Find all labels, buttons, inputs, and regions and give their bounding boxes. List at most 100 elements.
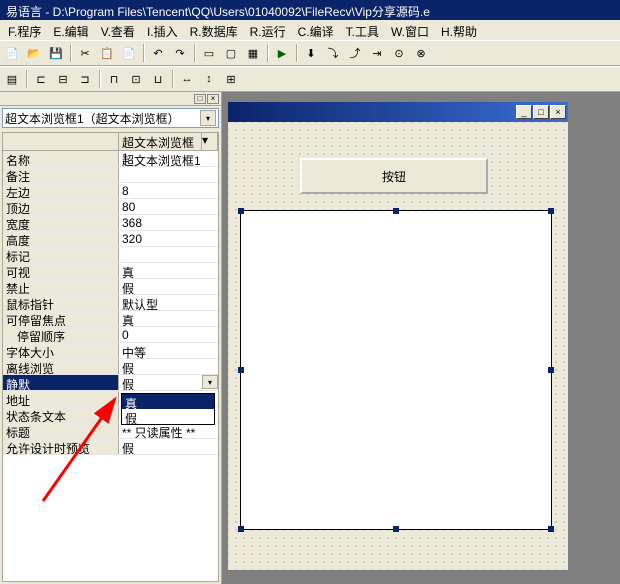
redo-icon[interactable]: ↷ <box>170 43 190 63</box>
resize-handle[interactable] <box>548 367 554 373</box>
property-value[interactable]: 假 <box>119 279 218 294</box>
save-icon[interactable]: 💾 <box>46 43 66 63</box>
new-icon[interactable]: 📄 <box>2 43 22 63</box>
object-selector[interactable]: 超文本浏览框1（超文本浏览框） ▾ <box>2 108 219 128</box>
window-icon[interactable]: ▭ <box>199 43 219 63</box>
property-value[interactable]: 超文本浏览框1 <box>119 151 218 166</box>
step-icon[interactable]: ⬇ <box>301 43 321 63</box>
resize-handle[interactable] <box>238 367 244 373</box>
property-value[interactable] <box>119 167 218 182</box>
menu-run[interactable]: R.运行 <box>246 22 290 38</box>
step-into-icon[interactable]: ⤵ <box>323 43 343 63</box>
align-center-icon[interactable]: ⊟ <box>53 69 73 89</box>
resize-handle[interactable] <box>238 526 244 532</box>
menu-insert[interactable]: I.插入 <box>143 22 182 38</box>
chevron-down-icon[interactable]: ▾ <box>200 110 216 126</box>
property-row[interactable]: 离线浏览假 <box>3 359 218 375</box>
menu-program[interactable]: F.程序 <box>4 22 45 38</box>
chevron-down-icon[interactable]: ▾ <box>202 133 218 150</box>
close-icon[interactable]: × <box>207 94 219 104</box>
breakpoint-icon[interactable]: ⊙ <box>389 43 409 63</box>
copy-icon[interactable]: 📋 <box>97 43 117 63</box>
property-value[interactable]: 真 <box>119 311 218 326</box>
property-name: 备注 <box>3 167 119 182</box>
menu-view[interactable]: V.查看 <box>97 22 139 38</box>
cut-icon[interactable]: ✂ <box>75 43 95 63</box>
property-row[interactable]: 标题** 只读属性 ** <box>3 423 218 439</box>
dropdown-option-true[interactable]: 真 <box>122 394 214 409</box>
property-row[interactable]: 禁止假 <box>3 279 218 295</box>
form-designer[interactable]: _ □ × 按钮 <box>228 102 568 570</box>
property-value[interactable]: 368 <box>119 215 218 230</box>
property-value[interactable]: 假▾ <box>119 375 218 390</box>
align-icon[interactable]: ▤ <box>2 69 22 89</box>
step-out-icon[interactable]: ⇥ <box>367 43 387 63</box>
resize-handle[interactable] <box>393 208 399 214</box>
same-size-icon[interactable]: ⊞ <box>221 69 241 89</box>
property-row[interactable]: 可停留焦点真 <box>3 311 218 327</box>
menu-tools[interactable]: T.工具 <box>342 22 383 38</box>
menu-window[interactable]: W.窗口 <box>387 22 433 38</box>
align-bottom-icon[interactable]: ⊔ <box>148 69 168 89</box>
menu-help[interactable]: H.帮助 <box>437 22 481 38</box>
same-width-icon[interactable]: ↔ <box>177 69 197 89</box>
menu-edit[interactable]: E.编辑 <box>49 22 92 38</box>
align-middle-icon[interactable]: ⊡ <box>126 69 146 89</box>
open-icon[interactable]: 📂 <box>24 43 44 63</box>
property-value[interactable]: 真 <box>119 263 218 278</box>
align-top-icon[interactable]: ⊓ <box>104 69 124 89</box>
resize-handle[interactable] <box>548 526 554 532</box>
property-value[interactable]: 8 <box>119 183 218 198</box>
close-icon[interactable]: × <box>550 105 566 119</box>
property-name: 可视 <box>3 263 119 278</box>
property-row[interactable]: 标记 <box>3 247 218 263</box>
pin-icon[interactable]: □ <box>194 94 206 104</box>
paste-icon[interactable]: 📄 <box>119 43 139 63</box>
property-row[interactable]: 备注 <box>3 167 218 183</box>
property-name: 标题 <box>3 423 119 438</box>
property-row[interactable]: 字体大小中等 <box>3 343 218 359</box>
chevron-down-icon[interactable]: ▾ <box>202 375 218 389</box>
property-value[interactable]: 0 <box>119 327 218 342</box>
undo-icon[interactable]: ↶ <box>148 43 168 63</box>
property-row[interactable]: 顶边80 <box>3 199 218 215</box>
property-value[interactable]: 中等 <box>119 343 218 358</box>
property-value[interactable]: 80 <box>119 199 218 214</box>
web-browser-control[interactable] <box>240 210 552 530</box>
resize-handle[interactable] <box>238 208 244 214</box>
menu-compile[interactable]: C.编译 <box>294 22 338 38</box>
property-value[interactable]: 默认型 <box>119 295 218 310</box>
minimize-icon[interactable]: _ <box>516 105 532 119</box>
property-row[interactable]: 允许设计时预览假 <box>3 439 218 455</box>
maximize-icon[interactable]: □ <box>533 105 549 119</box>
resize-handle[interactable] <box>548 208 554 214</box>
menu-database[interactable]: R.数据库 <box>186 22 242 38</box>
property-row[interactable]: 停留顺序0 <box>3 327 218 343</box>
grid-icon[interactable]: ▦ <box>243 43 263 63</box>
same-height-icon[interactable]: ↕ <box>199 69 219 89</box>
dropdown-option-false[interactable]: 假 <box>122 409 214 424</box>
property-row[interactable]: 鼠标指针默认型 <box>3 295 218 311</box>
property-row[interactable]: 名称超文本浏览框1 <box>3 151 218 167</box>
resize-handle[interactable] <box>393 526 399 532</box>
property-row[interactable]: 静默假▾ <box>3 375 218 391</box>
run-icon[interactable]: ▶ <box>272 43 292 63</box>
stop-icon[interactable]: ⊗ <box>411 43 431 63</box>
property-value[interactable]: 假 <box>119 359 218 374</box>
align-left-icon[interactable]: ⊏ <box>31 69 51 89</box>
property-grid-header: 超文本浏览框1 ▾ <box>3 133 218 151</box>
property-name: 左边 <box>3 183 119 198</box>
form-icon[interactable]: ▢ <box>221 43 241 63</box>
align-right-icon[interactable]: ⊐ <box>75 69 95 89</box>
property-row[interactable]: 可视真 <box>3 263 218 279</box>
step-over-icon[interactable]: ⤴ <box>345 43 365 63</box>
property-value[interactable]: 假 <box>119 439 218 454</box>
form-body[interactable]: 按钮 <box>228 122 568 570</box>
property-name: 禁止 <box>3 279 119 294</box>
property-row[interactable]: 高度320 <box>3 231 218 247</box>
button-control[interactable]: 按钮 <box>300 158 488 194</box>
property-value[interactable] <box>119 247 218 262</box>
property-row[interactable]: 宽度368 <box>3 215 218 231</box>
property-value[interactable]: 320 <box>119 231 218 246</box>
property-row[interactable]: 左边8 <box>3 183 218 199</box>
